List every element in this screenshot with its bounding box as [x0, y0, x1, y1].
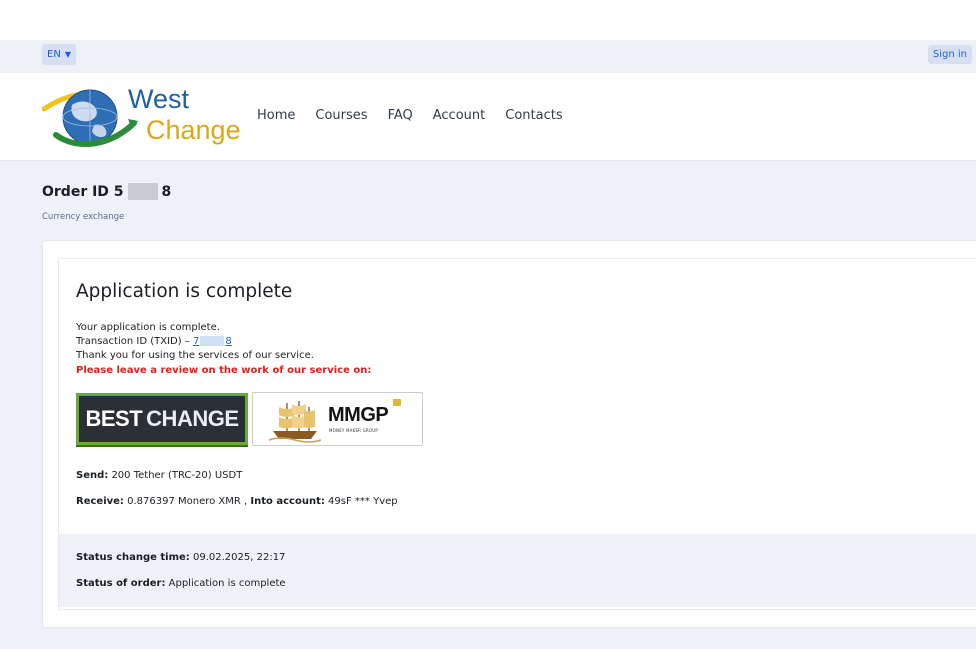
logo-word-change: Change — [146, 115, 241, 145]
status-time-label: Status change time: — [76, 552, 190, 563]
site-header: West Change Home Courses FAQ Account Con… — [0, 73, 976, 161]
nav-contacts[interactable]: Contacts — [505, 108, 562, 123]
order-id-prefix: Order ID 5 — [42, 183, 124, 200]
language-selector[interactable]: EN ▼ — [42, 44, 76, 65]
receive-value: 0.876397 Monero XMR , — [123, 496, 251, 507]
breadcrumb: Currency exchange — [42, 212, 125, 222]
status-time: Status change time: 09.02.2025, 22:17 — [76, 552, 285, 563]
status-time-value: 09.02.2025, 22:17 — [189, 552, 286, 563]
logo-word-west: West — [128, 84, 190, 114]
page-title: Order ID 5 8 — [42, 183, 171, 200]
complete-message: Your application is complete. — [76, 322, 220, 333]
txid-label: Transaction ID (TXID) – — [76, 336, 193, 347]
redacted-block — [200, 336, 225, 346]
mmgp-tagline: MONEY MAKER GROUP — [329, 428, 378, 433]
txid-link[interactable]: 78 — [193, 336, 232, 347]
txid-line: Transaction ID (TXID) – 78 — [76, 336, 232, 347]
status-order-label: Status of order: — [76, 578, 166, 589]
thanks-message: Thank you for using the services of our … — [76, 350, 314, 361]
bestchange-logo: BEST CHANGE — [79, 396, 245, 442]
nav-courses[interactable]: Courses — [315, 108, 367, 123]
send-label: Send: — [76, 470, 109, 481]
bestchange-word-change: CHANGE — [146, 406, 239, 431]
redacted-block — [127, 183, 158, 200]
nav-account[interactable]: Account — [433, 108, 486, 123]
txid-prefix: 7 — [192, 336, 200, 347]
review-prompt: Please leave a review on the work of our… — [76, 365, 372, 376]
sign-in-button[interactable]: Sign in — [927, 45, 972, 64]
status-order: Status of order: Application is complete — [76, 578, 286, 589]
bestchange-review-banner[interactable]: BEST CHANGE — [76, 393, 248, 447]
westchange-logo[interactable]: West Change — [41, 79, 262, 159]
main-nav: Home Courses FAQ Account Contacts — [257, 108, 563, 123]
bestchange-word-best: BEST — [85, 406, 143, 431]
receive-detail: Receive: 0.876397 Monero XMR , Into acco… — [76, 496, 398, 507]
mmgp-brand: MMGP — [328, 404, 389, 426]
nav-faq[interactable]: FAQ — [388, 108, 413, 123]
receive-label: Receive: — [76, 496, 124, 507]
nav-home[interactable]: Home — [257, 108, 295, 123]
mmgp-review-banner[interactable]: MMGP MONEY MAKER GROUP — [252, 392, 423, 446]
account-value: 49sF *** Yvep — [324, 496, 398, 507]
send-value: 200 Tether (TRC-20) USDT — [108, 470, 243, 481]
txid-suffix: 8 — [225, 336, 232, 347]
status-order-value: Application is complete — [165, 578, 286, 589]
sailing-ship-icon — [268, 401, 322, 443]
status-panel — [59, 534, 976, 607]
language-label: EN — [47, 49, 61, 60]
top-bar: EN ▼ Sign in — [0, 40, 976, 73]
chevron-down-icon: ▼ — [64, 50, 71, 59]
application-title: Application is complete — [76, 281, 293, 302]
mmgp-badge-icon — [393, 399, 401, 406]
send-detail: Send: 200 Tether (TRC-20) USDT — [76, 470, 242, 481]
account-label: Into account: — [250, 496, 325, 507]
order-id-suffix: 8 — [161, 183, 172, 200]
